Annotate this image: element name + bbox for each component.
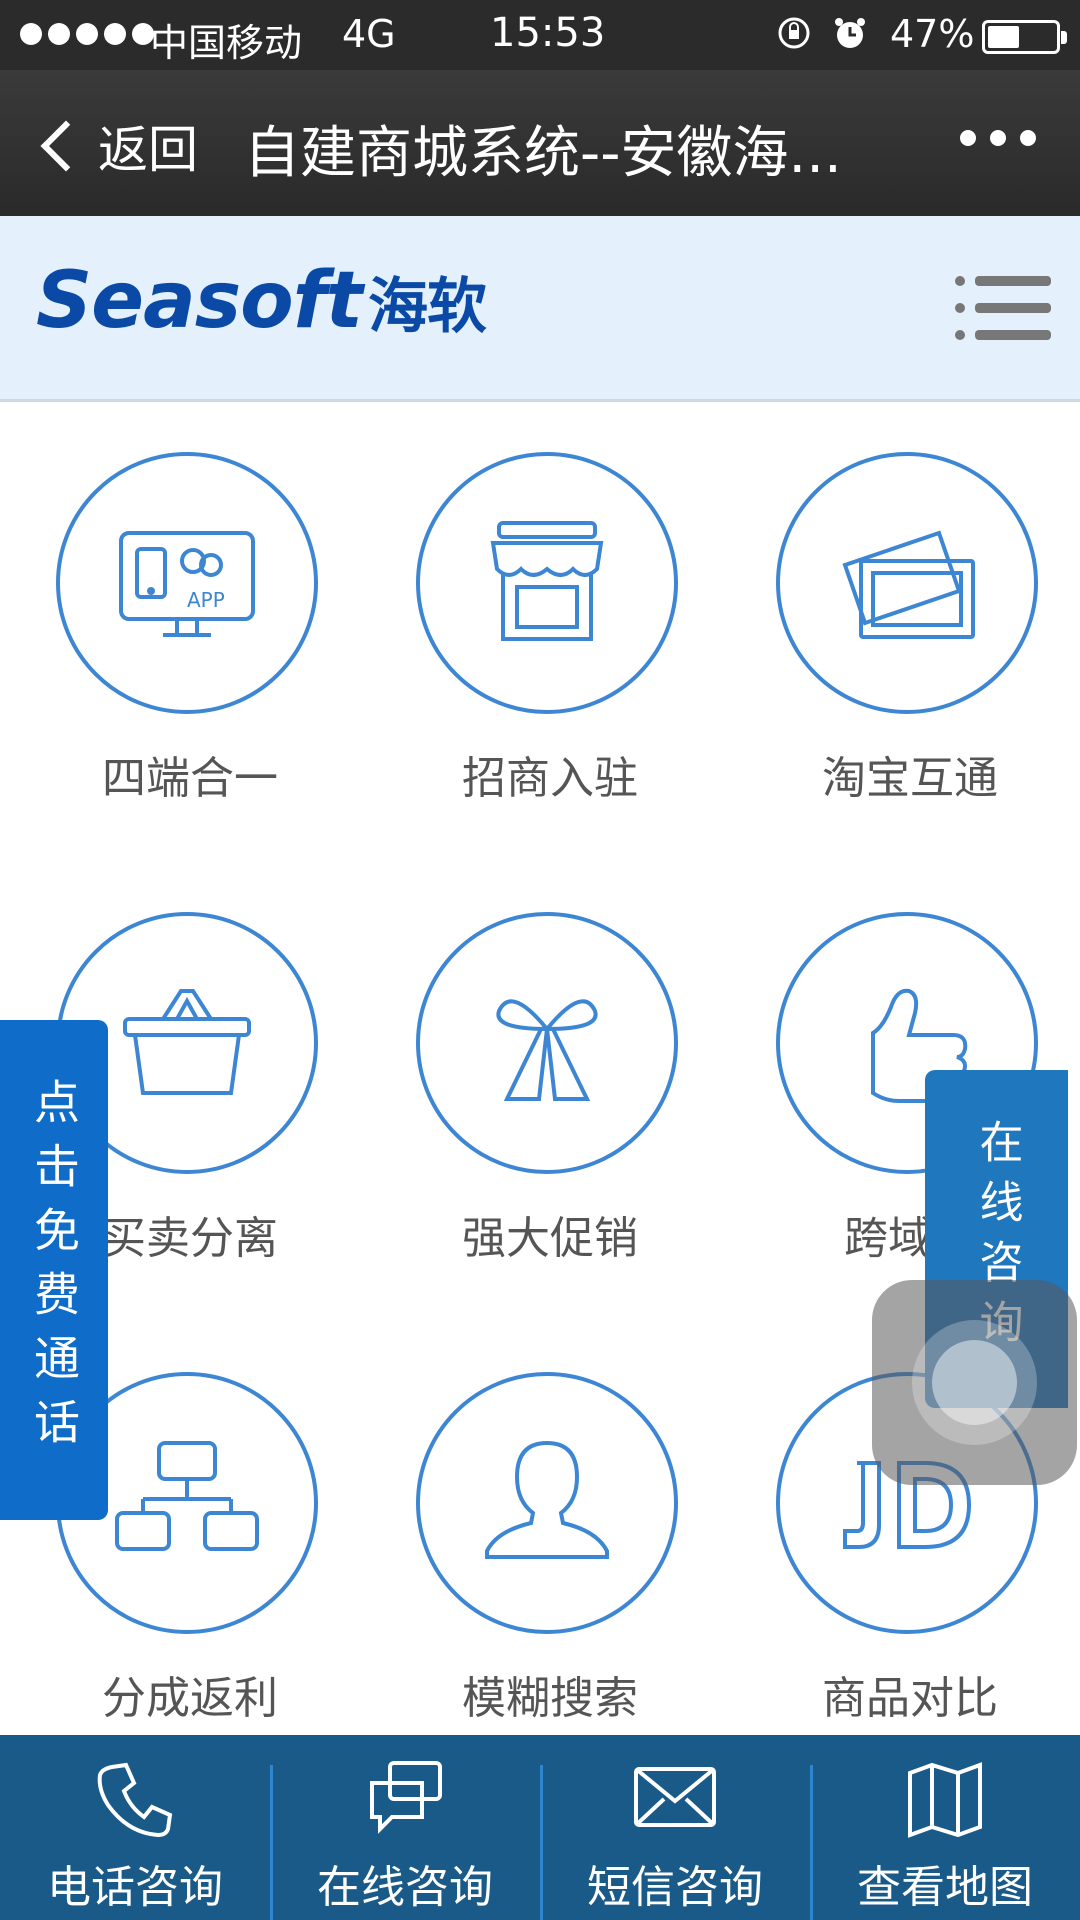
- multi-device-icon: APP: [119, 531, 255, 637]
- tab-label: 在线咨询: [317, 1862, 493, 1913]
- feature-circle: [416, 1372, 678, 1634]
- page-title: 自建商城系统--安徽海...: [244, 121, 842, 186]
- tab-phone-consult[interactable]: 电话咨询: [0, 1735, 270, 1920]
- photo-frames-icon: [842, 530, 975, 639]
- alarm-icon: [835, 18, 865, 48]
- more-options-icon[interactable]: [960, 130, 1036, 146]
- feature-circle: [416, 912, 678, 1174]
- back-label: 返回: [98, 121, 198, 179]
- feature-label: 招商入驻: [462, 753, 638, 804]
- map-icon: [908, 1762, 982, 1838]
- network-type: 4G: [342, 12, 396, 56]
- battery-icon: [982, 20, 1067, 54]
- org-chart-icon: [115, 1441, 259, 1551]
- tab-label: 查看地图: [857, 1862, 1033, 1913]
- tab-view-map[interactable]: 查看地图: [810, 1735, 1080, 1920]
- feature-label: 商品对比: [822, 1673, 998, 1724]
- tab-sms-consult[interactable]: 短信咨询: [540, 1735, 810, 1920]
- phone-icon: [97, 1762, 173, 1838]
- feature-item[interactable]: 强大促销: [395, 862, 695, 1264]
- feature-item[interactable]: 模糊搜索: [395, 1322, 695, 1724]
- feature-circle: [416, 452, 678, 714]
- signal-strength-icon: [20, 15, 154, 45]
- chat-bubbles-icon: [370, 1761, 442, 1834]
- envelope-icon: [634, 1767, 716, 1827]
- feature-label: 分成返利: [102, 1673, 278, 1724]
- feature-item[interactable]: APP 四端合一: [35, 402, 335, 804]
- storefront-icon: [490, 521, 604, 641]
- svg-text:APP: APP: [187, 588, 225, 612]
- tab-label: 短信咨询: [587, 1862, 763, 1913]
- bottom-action-bar: 电话咨询 在线咨询 短信咨询 查看地图: [0, 1735, 1080, 1920]
- feature-circle: APP: [56, 452, 318, 714]
- feature-circle: [776, 452, 1038, 714]
- feature-item[interactable]: 招商入驻: [395, 402, 695, 804]
- site-header: Seasoft 海软: [0, 216, 1080, 402]
- logo-text-cn: 海软: [367, 272, 487, 342]
- hamburger-menu-icon[interactable]: [955, 276, 1051, 340]
- orientation-lock-icon: [778, 17, 810, 49]
- logo-text-en: Seasoft: [36, 256, 363, 346]
- free-call-label: 点击免费通话: [27, 1078, 81, 1462]
- feature-label: 淘宝互通: [822, 753, 998, 804]
- carrier-name: 中国移动: [150, 21, 303, 65]
- status-bar: 中国移动 4G 15:53 47%: [0, 0, 1080, 70]
- free-call-button[interactable]: 点击免费通话: [0, 1020, 108, 1520]
- user-silhouette-icon: [485, 1440, 609, 1559]
- clock: 15:53: [490, 10, 606, 56]
- tab-online-consult[interactable]: 在线咨询: [270, 1735, 540, 1920]
- status-icons: [775, 14, 869, 52]
- feature-grid: APP 四端合一 招商入驻 淘宝互通 买卖分离 强大促销 跨域分 分成返利 模糊…: [0, 402, 1080, 1735]
- basket-icon: [123, 989, 251, 1095]
- chevron-left-icon: [40, 120, 92, 172]
- assistive-touch-button[interactable]: [872, 1280, 1077, 1485]
- tab-label: 电话咨询: [47, 1862, 223, 1913]
- feature-item[interactable]: 淘宝互通: [755, 402, 1055, 804]
- battery-percent: 47%: [890, 12, 975, 56]
- seasoft-logo[interactable]: Seasoft 海软: [36, 256, 487, 346]
- gift-bow-icon: [496, 999, 598, 1101]
- back-button[interactable]: 返回: [30, 110, 198, 182]
- nav-bar: 返回 自建商城系统--安徽海...: [0, 70, 1080, 216]
- feature-label: 模糊搜索: [462, 1673, 638, 1724]
- feature-label: 强大促销: [462, 1213, 638, 1264]
- feature-label: 四端合一: [102, 753, 278, 804]
